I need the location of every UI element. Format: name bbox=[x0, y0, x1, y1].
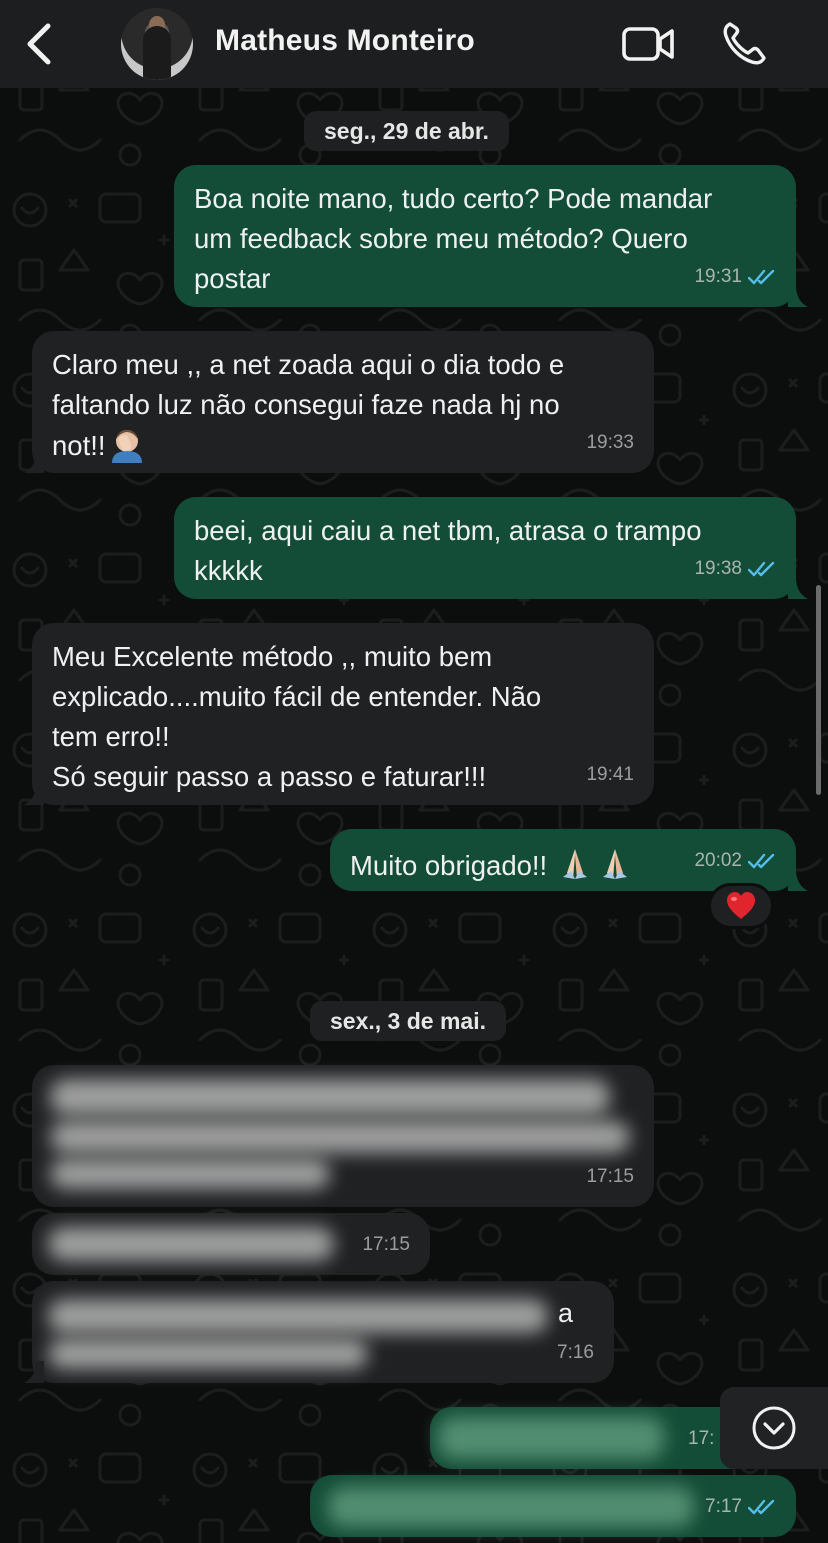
redacted-text bbox=[48, 1227, 334, 1261]
scrollbar[interactable] bbox=[816, 585, 821, 795]
message-meta: 17: bbox=[688, 1419, 714, 1459]
read-receipt-icon bbox=[748, 561, 775, 577]
message-text-line: kkkkk bbox=[194, 555, 263, 586]
redacted-text bbox=[50, 1079, 610, 1115]
folded-hands-emoji bbox=[562, 849, 587, 879]
read-receipt-icon bbox=[748, 269, 775, 285]
incoming-message[interactable]: Claro meu ,, a net zoada aqui o dia todo… bbox=[32, 331, 654, 473]
message-meta: 19:41 bbox=[586, 755, 634, 795]
message-list[interactable]: seg., 29 de abr. Boa noite mano, tudo ce… bbox=[0, 88, 828, 1543]
redacted-text bbox=[328, 1487, 694, 1527]
message-text-line: Só seguir passo a passo e faturar!!! bbox=[52, 761, 487, 792]
bubble-tail bbox=[788, 869, 808, 891]
message-time: 17: bbox=[688, 1428, 715, 1449]
message-meta: 19:31 bbox=[694, 257, 776, 297]
back-button[interactable] bbox=[18, 20, 62, 68]
phone-icon bbox=[723, 22, 766, 65]
message-text-line: Meu Excelente método ,, muito bem bbox=[52, 641, 493, 672]
folded-hands-emoji bbox=[602, 849, 627, 879]
contact-name[interactable]: Matheus Monteiro bbox=[215, 24, 475, 58]
video-call-button[interactable] bbox=[620, 22, 678, 66]
message-time: 19:31 bbox=[694, 266, 742, 287]
redacted-text bbox=[50, 1159, 330, 1189]
message-meta: 17:15 bbox=[586, 1157, 634, 1197]
message-text-line: Claro meu ,, a net zoada aqui o dia todo… bbox=[52, 349, 565, 380]
bubble-tail bbox=[24, 783, 44, 805]
message-time: 20:02 bbox=[694, 850, 742, 871]
visible-text-fragment: a bbox=[558, 1298, 574, 1328]
back-chevron-icon bbox=[27, 23, 51, 65]
incoming-message-blurred[interactable]: 17:15 bbox=[32, 1065, 654, 1207]
message-meta: 17:15 bbox=[362, 1225, 410, 1265]
message-time: 17:15 bbox=[586, 1166, 634, 1187]
message-time: 17:15 bbox=[362, 1234, 410, 1255]
avatar-body bbox=[143, 26, 171, 80]
contact-avatar[interactable] bbox=[121, 8, 193, 80]
message-meta: 7:17 bbox=[705, 1487, 776, 1527]
message-text-fragment: not!! bbox=[52, 430, 106, 461]
bubble-tail bbox=[788, 285, 808, 307]
message-reaction[interactable] bbox=[708, 883, 774, 929]
message-text-fragment: Muito obrigado!! bbox=[350, 850, 548, 881]
message-text-line: beei, aqui caiu a net tbm, atrasa o tram… bbox=[194, 515, 702, 546]
outgoing-message[interactable]: beei, aqui caiu a net tbm, atrasa o tram… bbox=[174, 497, 796, 599]
message-text-line: um feedback sobre meu método? Quero bbox=[194, 223, 688, 254]
incoming-message-blurred[interactable]: a 7:16 bbox=[32, 1281, 614, 1383]
whatsapp-chat-screen: Matheus Monteiro seg., 29 de abr. Boa no… bbox=[0, 0, 828, 1543]
redacted-text bbox=[48, 1299, 548, 1333]
date-separator: sex., 3 de mai. bbox=[310, 1001, 506, 1041]
bubble-tail bbox=[24, 451, 44, 473]
bubble-tail bbox=[788, 577, 808, 599]
video-call-icon bbox=[622, 27, 674, 61]
scroll-to-bottom-button[interactable] bbox=[720, 1387, 828, 1469]
message-text-line: postar bbox=[194, 263, 271, 294]
message-time: 19:38 bbox=[694, 558, 742, 579]
red-heart-icon bbox=[727, 892, 755, 919]
bubble-tail bbox=[24, 1361, 44, 1383]
message-time: 19:41 bbox=[586, 764, 634, 785]
redacted-text bbox=[48, 1339, 368, 1369]
message-text-line: tem erro!! bbox=[52, 721, 170, 752]
redacted-text bbox=[438, 1417, 664, 1459]
chat-header: Matheus Monteiro bbox=[0, 0, 828, 88]
message-text-line: faltando luz não consegui faze nada hj n… bbox=[52, 389, 560, 420]
message-text-line: Boa noite mano, tudo certo? Pode mandar bbox=[194, 183, 713, 214]
incoming-message-blurred[interactable]: 17:15 bbox=[32, 1213, 430, 1275]
message-meta: 7:16 bbox=[557, 1333, 594, 1373]
date-separator: seg., 29 de abr. bbox=[304, 111, 509, 151]
read-receipt-icon bbox=[748, 853, 775, 869]
message-time: 19:33 bbox=[586, 432, 634, 453]
message-meta: 20:02 bbox=[694, 841, 776, 881]
outgoing-message-blurred[interactable]: 7:17 bbox=[310, 1475, 796, 1537]
voice-call-button[interactable] bbox=[720, 20, 768, 66]
man-facepalming-emoji bbox=[111, 430, 142, 463]
message-time: 7:16 bbox=[557, 1342, 594, 1363]
message-text-line: not!! bbox=[52, 425, 634, 466]
message-meta: 19:33 bbox=[586, 423, 634, 463]
outgoing-message[interactable]: Boa noite mano, tudo certo? Pode mandar … bbox=[174, 165, 796, 307]
message-time: 7:17 bbox=[705, 1496, 742, 1517]
message-text-line: explicado....muito fácil de entender. Nã… bbox=[52, 681, 542, 712]
redacted-text bbox=[50, 1121, 630, 1153]
read-receipt-icon bbox=[748, 1499, 775, 1515]
incoming-message[interactable]: Meu Excelente método ,, muito bem explic… bbox=[32, 623, 654, 805]
chevron-down-circle-icon bbox=[752, 1406, 796, 1450]
outgoing-message[interactable]: Muito obrigado!! 20:02 bbox=[330, 829, 796, 891]
message-meta: 19:38 bbox=[694, 549, 776, 589]
